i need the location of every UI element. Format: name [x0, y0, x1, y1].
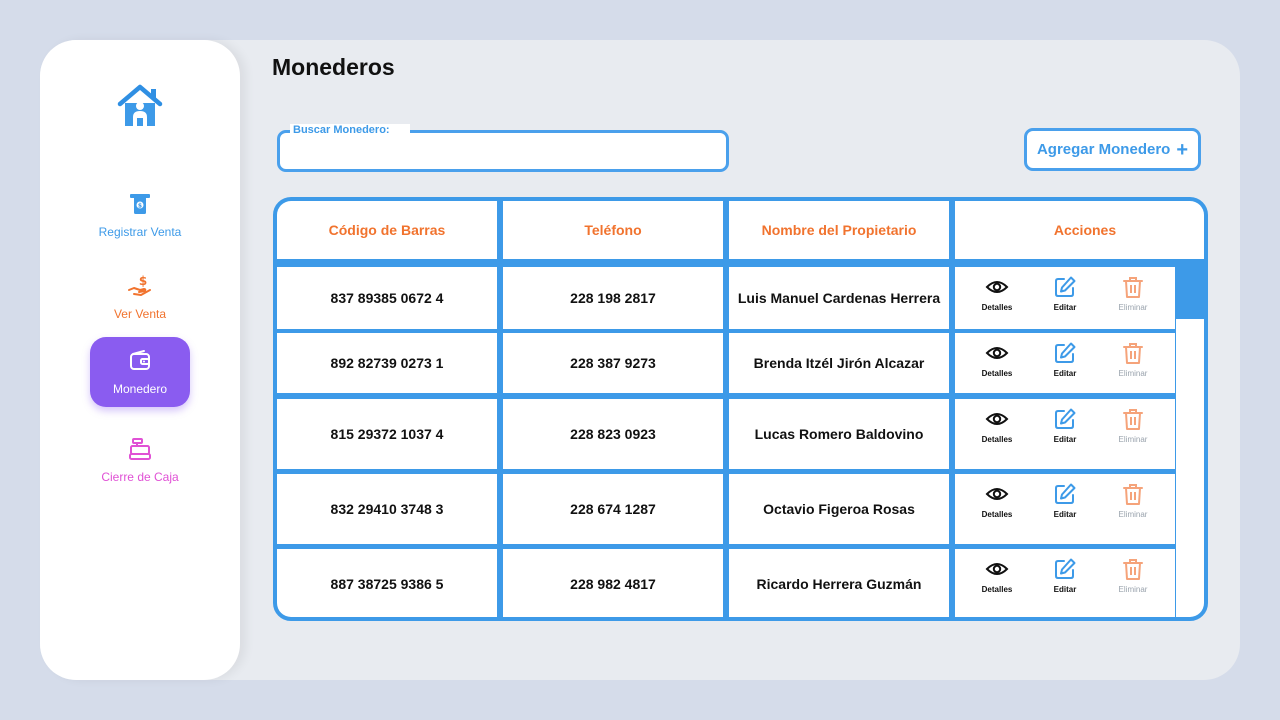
search-label: Buscar Monedero:	[290, 124, 410, 136]
phone-cell: 228 982 4817	[503, 549, 723, 617]
sidebar-item-ver-venta[interactable]: $ Ver Venta	[90, 262, 190, 332]
sidebar-item-cierre-de-caja[interactable]: Cierre de Caja	[90, 425, 190, 495]
owner-cell: Luis Manuel Cardenas Herrera	[729, 267, 949, 329]
owner-cell: Ricardo Herrera Guzmán	[729, 549, 949, 617]
actions-cell: Detalles Editar Eliminar	[955, 549, 1175, 617]
eye-icon	[985, 281, 1009, 293]
edit-button[interactable]: Editar	[1040, 341, 1090, 381]
details-label: Detalles	[981, 435, 1013, 444]
edit-icon	[1055, 276, 1076, 297]
edit-icon	[1055, 342, 1076, 363]
delete-button[interactable]: Eliminar	[1108, 557, 1158, 597]
cash-register-icon: $	[130, 194, 150, 214]
delete-label: Eliminar	[1118, 585, 1148, 594]
sidebar-item-label: Cierre de Caja	[101, 470, 179, 484]
edit-button[interactable]: Editar	[1040, 557, 1090, 597]
details-button[interactable]: Detalles	[972, 482, 1022, 522]
page-title: Monederos	[272, 54, 395, 80]
delete-label: Eliminar	[1118, 369, 1148, 378]
edit-label: Editar	[1053, 303, 1077, 312]
actions-cell: Detalles Editar Eliminar	[955, 267, 1175, 329]
details-label: Detalles	[981, 369, 1013, 378]
edit-label: Editar	[1053, 510, 1077, 519]
column-header: Código de Barras	[277, 201, 497, 259]
edit-label: Editar	[1053, 369, 1077, 378]
details-button[interactable]: Detalles	[972, 407, 1022, 447]
edit-icon	[1055, 408, 1076, 429]
column-header: Nombre del Propietario	[729, 201, 949, 259]
svg-text:$: $	[139, 274, 147, 288]
phone-cell: 228 674 1287	[503, 474, 723, 544]
delete-button[interactable]: Eliminar	[1108, 341, 1158, 381]
sidebar-item-monedero[interactable]: Monedero	[90, 337, 190, 407]
sidebar-item-label: Registrar Venta	[98, 225, 182, 239]
details-button[interactable]: Detalles	[972, 557, 1022, 597]
sidebar: $ Registrar Venta $ Ver Venta Monedero C…	[40, 40, 240, 680]
details-label: Detalles	[981, 585, 1013, 594]
column-header: Teléfono	[503, 201, 723, 259]
scrollbar-thumb[interactable]	[1176, 261, 1204, 319]
sidebar-item-label: Monedero	[112, 382, 168, 396]
delete-button[interactable]: Eliminar	[1108, 407, 1158, 447]
actions-cell: Detalles Editar Eliminar	[955, 333, 1175, 393]
edit-button[interactable]: Editar	[1040, 407, 1090, 447]
home-logo-icon[interactable]	[116, 84, 164, 128]
barcode-cell: 837 89385 0672 4	[277, 267, 497, 329]
column-header: Acciones	[955, 201, 1204, 259]
phone-cell: 228 823 0923	[503, 399, 723, 469]
owner-cell: Brenda Itzél Jirón Alcazar	[729, 333, 949, 393]
edit-button[interactable]: Editar	[1040, 482, 1090, 522]
wallet-icon	[130, 350, 150, 370]
barcode-cell: 892 82739 0273 1	[277, 333, 497, 393]
eye-icon	[985, 413, 1009, 425]
sidebar-item-label: Ver Venta	[113, 307, 167, 321]
phone-cell: 228 198 2817	[503, 267, 723, 329]
delete-label: Eliminar	[1118, 510, 1148, 519]
barcode-cell: 815 29372 1037 4	[277, 399, 497, 469]
sidebar-item-registrar-venta[interactable]: $ Registrar Venta	[90, 180, 190, 250]
svg-text:$: $	[138, 203, 142, 210]
till-icon	[129, 438, 151, 460]
trash-icon	[1123, 409, 1143, 430]
edit-icon	[1055, 558, 1076, 579]
add-button-label: Agregar Monedero	[1036, 141, 1171, 158]
edit-icon	[1055, 483, 1076, 504]
eye-icon	[985, 347, 1009, 359]
phone-cell: 228 387 9273	[503, 333, 723, 393]
search-field[interactable]: Buscar Monedero:	[277, 124, 729, 172]
details-label: Detalles	[981, 510, 1013, 519]
barcode-cell: 887 38725 9386 5	[277, 549, 497, 617]
edit-button[interactable]: Editar	[1040, 275, 1090, 315]
details-label: Detalles	[981, 303, 1013, 312]
money-hand-icon: $	[128, 274, 151, 296]
eye-icon	[985, 563, 1009, 575]
owner-cell: Lucas Romero Baldovino	[729, 399, 949, 469]
details-button[interactable]: Detalles	[972, 275, 1022, 315]
search-input[interactable]	[290, 143, 710, 163]
trash-icon	[1123, 343, 1143, 364]
monederos-table: Código de Barras Teléfono Nombre del Propi…	[273, 197, 1208, 621]
trash-icon	[1123, 484, 1143, 505]
owner-cell: Octavio Figeroa Rosas	[729, 474, 949, 544]
delete-button[interactable]: Eliminar	[1108, 482, 1158, 522]
edit-label: Editar	[1053, 435, 1077, 444]
actions-cell: Detalles Editar Eliminar	[955, 474, 1175, 544]
add-monedero-button[interactable]: Agregar Monedero +	[1024, 128, 1201, 171]
details-button[interactable]: Detalles	[972, 341, 1022, 381]
delete-button[interactable]: Eliminar	[1108, 275, 1158, 315]
plus-icon: +	[1176, 138, 1189, 161]
barcode-cell: 832 29410 3748 3	[277, 474, 497, 544]
actions-cell: Detalles Editar Eliminar	[955, 399, 1175, 469]
delete-label: Eliminar	[1118, 303, 1148, 312]
edit-label: Editar	[1053, 585, 1077, 594]
trash-icon	[1123, 559, 1143, 580]
eye-icon	[985, 488, 1009, 500]
trash-icon	[1123, 277, 1143, 298]
delete-label: Eliminar	[1118, 435, 1148, 444]
